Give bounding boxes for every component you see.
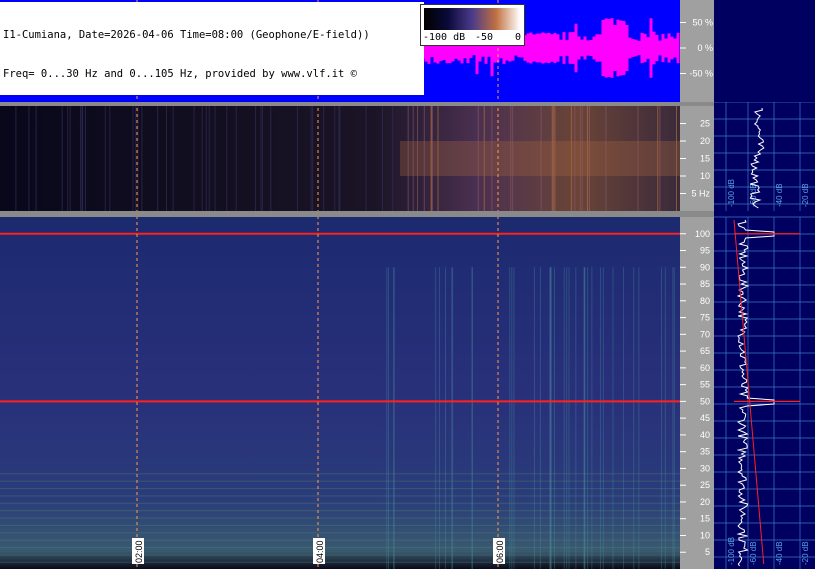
- high-freq-tick-label: 30: [700, 463, 710, 473]
- high-freq-tick-label: 45: [700, 413, 710, 423]
- high-freq-tick-label: 50: [700, 396, 710, 406]
- high-freq-tick-label: 20: [700, 497, 710, 507]
- high-freq-tick-label: 5: [705, 547, 710, 557]
- chart-title-line2: Freq= 0...30 Hz and 0...105 Hz, provided…: [3, 68, 358, 80]
- spectrum-low-xlabel-group: -40 dB: [775, 183, 784, 207]
- spectrum-high-xlabel: -60 dB: [749, 541, 758, 565]
- low-freq-tick-label: 20: [700, 136, 710, 146]
- spectrum-high-xlabel: -40 dB: [775, 541, 784, 565]
- waveform-scale: 50 % 0 % -50 %: [680, 0, 714, 102]
- high-freq-tick-label: 55: [700, 380, 710, 390]
- low-freq-tick-label: 25: [700, 119, 710, 129]
- low-spectrogram-band: [400, 141, 680, 176]
- colorbar: -100 dB -50 0: [420, 4, 525, 46]
- high-freq-tick-label: 40: [700, 430, 710, 440]
- high-freq-tick-label: 95: [700, 246, 710, 256]
- low-freq-axis-svg: 5 Hz 10 15 20 25: [680, 119, 710, 199]
- spectrum-panel: -100 dB -60 dB -40 dB -20 dB -100 dB -60 dB -4…: [714, 101, 815, 569]
- high-freq-tick-label: 75: [700, 313, 710, 323]
- spectrum-low-xlabel-group: -100 dB: [727, 179, 736, 207]
- time-label-group: 04:00: [313, 538, 325, 564]
- low-freq-tick-label: 5 Hz: [691, 189, 710, 199]
- time-label: 04:00: [315, 540, 325, 563]
- colorbar-gradient: [424, 8, 520, 30]
- spectrum-low-xlabel-group: -20 dB: [801, 183, 810, 207]
- time-label: 02:00: [134, 540, 144, 563]
- high-freq-tick-label: 90: [700, 262, 710, 272]
- low-freq-tick-label: 15: [700, 154, 710, 164]
- spectrum-high-xlabel-group: -20 dB: [801, 541, 810, 565]
- high-freq-axis-svg: 5 10 15 20 25 30 35 40 45 50 55 60 65 70 75 80 85 90 95 100: [680, 229, 710, 557]
- spectrum-low-xlabel: -20 dB: [801, 183, 810, 207]
- spectrum-high-xlabel-group: -100 dB: [727, 537, 736, 565]
- colorbar-label-min: -100 dB: [423, 32, 466, 43]
- high-freq-tick-label: 60: [700, 363, 710, 373]
- spectrum-low-xlabel: -40 dB: [775, 183, 784, 207]
- waveform-scale-svg: 50 % 0 % -50 %: [680, 18, 713, 79]
- high-freq-tick-label: 65: [700, 346, 710, 356]
- high-freq-tick-label: 80: [700, 296, 710, 306]
- separator-middle: [0, 211, 714, 217]
- low-freq-axis: 5 Hz 10 15 20 25: [680, 106, 714, 211]
- time-label-group: 02:00: [132, 538, 144, 564]
- spectrum-high-xlabel-group: -60 dB: [749, 541, 758, 565]
- spectrum-header-blank: [714, 0, 815, 102]
- spectrum-svg: -100 dB -60 dB -40 dB -20 dB-100 dB -60 dB -4…: [714, 101, 815, 569]
- time-label: 06:00: [495, 540, 505, 563]
- high-freq-tick-label: 10: [700, 530, 710, 540]
- spectrum-low-xlabel: -100 dB: [727, 179, 736, 207]
- low-freq-tick-label: 10: [700, 171, 710, 181]
- colorbar-label-mid: -50: [475, 32, 494, 43]
- high-freq-axis: 5 10 15 20 25 30 35 40 45 50 55 60 65 70 75 80 85 90 95 100: [680, 217, 714, 569]
- spectrum-high-xlabel: -20 dB: [801, 541, 810, 565]
- chart-title-line1: I1-Cumiana, Date=2026-04-06 Time=08:00 (…: [3, 29, 370, 41]
- separator-top: [0, 102, 714, 106]
- high-freq-tick-label: 15: [700, 514, 710, 524]
- high-freq-tick-label: 25: [700, 480, 710, 490]
- spectrum-high-floor: [733, 219, 765, 565]
- high-freq-tick-label: 70: [700, 329, 710, 339]
- waveform-tick-label: 0 %: [697, 43, 713, 53]
- high-freq-tick-label: 100: [695, 229, 710, 239]
- chart-title-box: I1-Cumiana, Date=2026-04-06 Time=08:00 (…: [0, 2, 424, 95]
- spectrum-high-xlabel-group: -40 dB: [775, 541, 784, 565]
- high-spectrogram-bg: [0, 217, 680, 569]
- waveform-tick-label: 50 %: [692, 18, 713, 28]
- spectrum-high-xlabel: -100 dB: [727, 537, 736, 565]
- high-freq-tick-label: 85: [700, 279, 710, 289]
- time-label-group: 06:00: [493, 538, 505, 564]
- spectrum-high-trace: [736, 219, 775, 567]
- waveform-tick-label: -50 %: [689, 69, 713, 79]
- high-freq-tick-label: 35: [700, 447, 710, 457]
- colorbar-label-max: 0: [515, 32, 522, 43]
